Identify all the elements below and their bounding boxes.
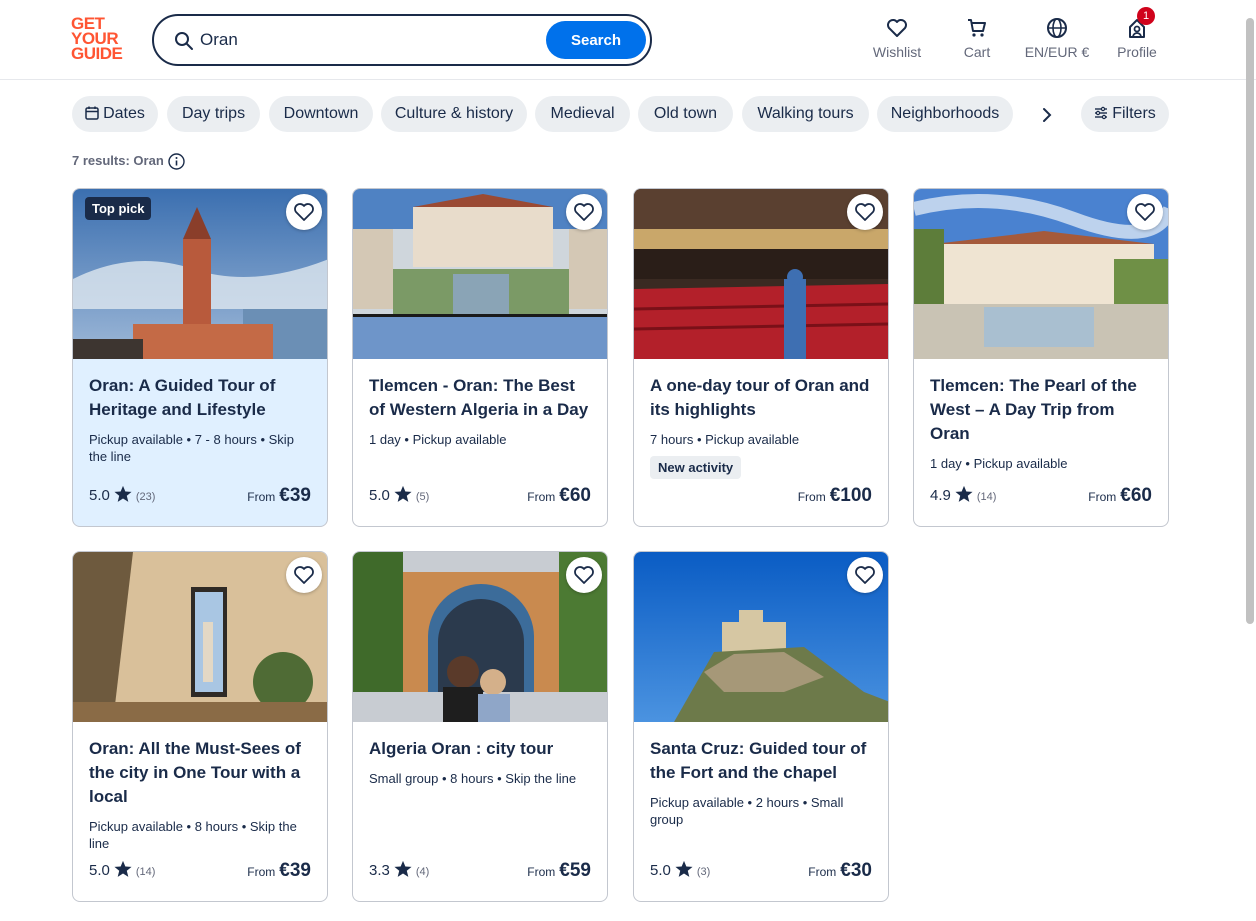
wishlist-heart-button[interactable] xyxy=(1127,194,1163,230)
activity-meta: Small group • 8 hours • Skip the line xyxy=(369,771,577,786)
activity-meta: 7 hours • Pickup available xyxy=(650,432,800,447)
top-header: GET YOUR GUIDE Search Wishlist Cart EN/E… xyxy=(0,0,1256,80)
activity-title[interactable]: Santa Cruz: Guided tour of the Fort and … xyxy=(650,737,876,785)
rating: 5.0 (3) xyxy=(650,860,711,879)
notification-badge: 1 xyxy=(1137,7,1155,25)
chip-walking-tours[interactable]: Walking tours xyxy=(742,96,869,132)
heart-icon xyxy=(855,203,875,221)
heart-icon xyxy=(855,566,875,584)
price: From €39 xyxy=(247,485,311,506)
profile-nav[interactable]: 1 Profile xyxy=(1114,7,1160,64)
rating: 5.0 (5) xyxy=(369,485,430,504)
activity-title[interactable]: Oran: All the Must-Sees of the city in O… xyxy=(89,737,315,809)
chip-culture-history[interactable]: Culture & history xyxy=(381,96,527,132)
info-icon[interactable] xyxy=(168,153,185,170)
price: From €100 xyxy=(797,485,872,506)
chevron-right-icon[interactable] xyxy=(1036,104,1058,126)
rating: 3.3 (4) xyxy=(369,860,430,879)
wishlist-heart-button[interactable] xyxy=(566,194,602,230)
activity-meta: 1 day • Pickup available xyxy=(369,432,507,447)
search-icon xyxy=(175,32,193,50)
wishlist-heart-button[interactable] xyxy=(847,557,883,593)
activity-meta: Pickup available • 2 hours • Small group xyxy=(650,795,844,827)
heart-icon xyxy=(574,566,594,584)
search-bar: Search xyxy=(152,14,652,66)
heart-icon xyxy=(887,19,907,37)
star-icon xyxy=(675,860,693,877)
price: From €59 xyxy=(527,860,591,881)
price: From €60 xyxy=(1088,485,1152,506)
page-scrollbar[interactable] xyxy=(1246,18,1254,624)
sliders-icon xyxy=(1095,106,1108,120)
globe-icon xyxy=(1047,18,1067,38)
heart-icon xyxy=(294,566,314,584)
price: From €60 xyxy=(527,485,591,506)
activity-card[interactable]: Tlemcen: The Pearl of the West – A Day T… xyxy=(913,188,1169,527)
rating: 4.9 (14) xyxy=(930,485,997,504)
star-icon xyxy=(394,860,412,877)
activity-title[interactable]: Algeria Oran : city tour xyxy=(369,737,595,761)
activity-title[interactable]: Tlemcen: The Pearl of the West – A Day T… xyxy=(930,374,1156,446)
chip-medieval[interactable]: Medieval xyxy=(535,96,630,132)
chip-neighborhoods[interactable]: Neighborhoods xyxy=(877,96,1013,132)
wishlist-heart-button[interactable] xyxy=(847,194,883,230)
chip-old-town[interactable]: Old town xyxy=(638,96,733,132)
search-input[interactable] xyxy=(200,26,530,54)
rating: 5.0 (23) xyxy=(89,485,156,504)
new-activity-tag: New activity xyxy=(650,456,742,479)
chip-day-trips[interactable]: Day trips xyxy=(167,96,260,132)
activity-meta: Pickup available • 7 - 8 hours • Skip th… xyxy=(89,432,294,464)
wishlist-heart-button[interactable] xyxy=(286,557,322,593)
activity-title[interactable]: Tlemcen - Oran: The Best of Western Alge… xyxy=(369,374,595,422)
chip-downtown[interactable]: Downtown xyxy=(269,96,373,132)
activity-card[interactable]: Algeria Oran : city tour Small group • 8… xyxy=(352,551,608,902)
activity-title[interactable]: Oran: A Guided Tour of Heritage and Life… xyxy=(89,374,315,422)
activity-card[interactable]: Top pick Oran: A Guided Tour of Heritage… xyxy=(72,188,328,527)
wishlist-nav[interactable]: Wishlist xyxy=(872,16,922,64)
calendar-icon xyxy=(85,106,99,120)
cart-nav[interactable]: Cart xyxy=(957,16,997,64)
rating: 5.0 (14) xyxy=(89,860,156,879)
heart-icon xyxy=(574,203,594,221)
results-count: 7 results: Oran xyxy=(72,153,164,168)
price: From €30 xyxy=(808,860,872,881)
activity-meta: 1 day • Pickup available xyxy=(930,456,1068,471)
heart-icon xyxy=(1135,203,1155,221)
activity-card[interactable]: A one-day tour of Oran and its highlight… xyxy=(633,188,889,527)
wishlist-heart-button[interactable] xyxy=(286,194,322,230)
search-button[interactable]: Search xyxy=(546,21,646,59)
star-icon xyxy=(114,860,132,877)
getyourguide-logo[interactable]: GET YOUR GUIDE xyxy=(71,15,129,64)
activity-card[interactable]: Tlemcen - Oran: The Best of Western Alge… xyxy=(352,188,608,527)
top-pick-badge: Top pick xyxy=(85,197,152,220)
activity-meta: Pickup available • 8 hours • Skip the li… xyxy=(89,819,297,851)
star-icon xyxy=(114,485,132,502)
activity-card[interactable]: Santa Cruz: Guided tour of the Fort and … xyxy=(633,551,889,902)
activity-title[interactable]: A one-day tour of Oran and its highlight… xyxy=(650,374,876,422)
star-icon xyxy=(394,485,412,502)
activity-card[interactable]: Oran: All the Must-Sees of the city in O… xyxy=(72,551,328,902)
cart-icon xyxy=(968,19,986,37)
wishlist-heart-button[interactable] xyxy=(566,557,602,593)
heart-icon xyxy=(294,203,314,221)
chip-dates[interactable]: Dates xyxy=(72,96,158,132)
price: From €39 xyxy=(247,860,311,881)
star-icon xyxy=(955,485,973,502)
filters-button[interactable]: Filters xyxy=(1081,96,1169,132)
language-currency-nav[interactable]: EN/EUR € xyxy=(1022,16,1092,64)
